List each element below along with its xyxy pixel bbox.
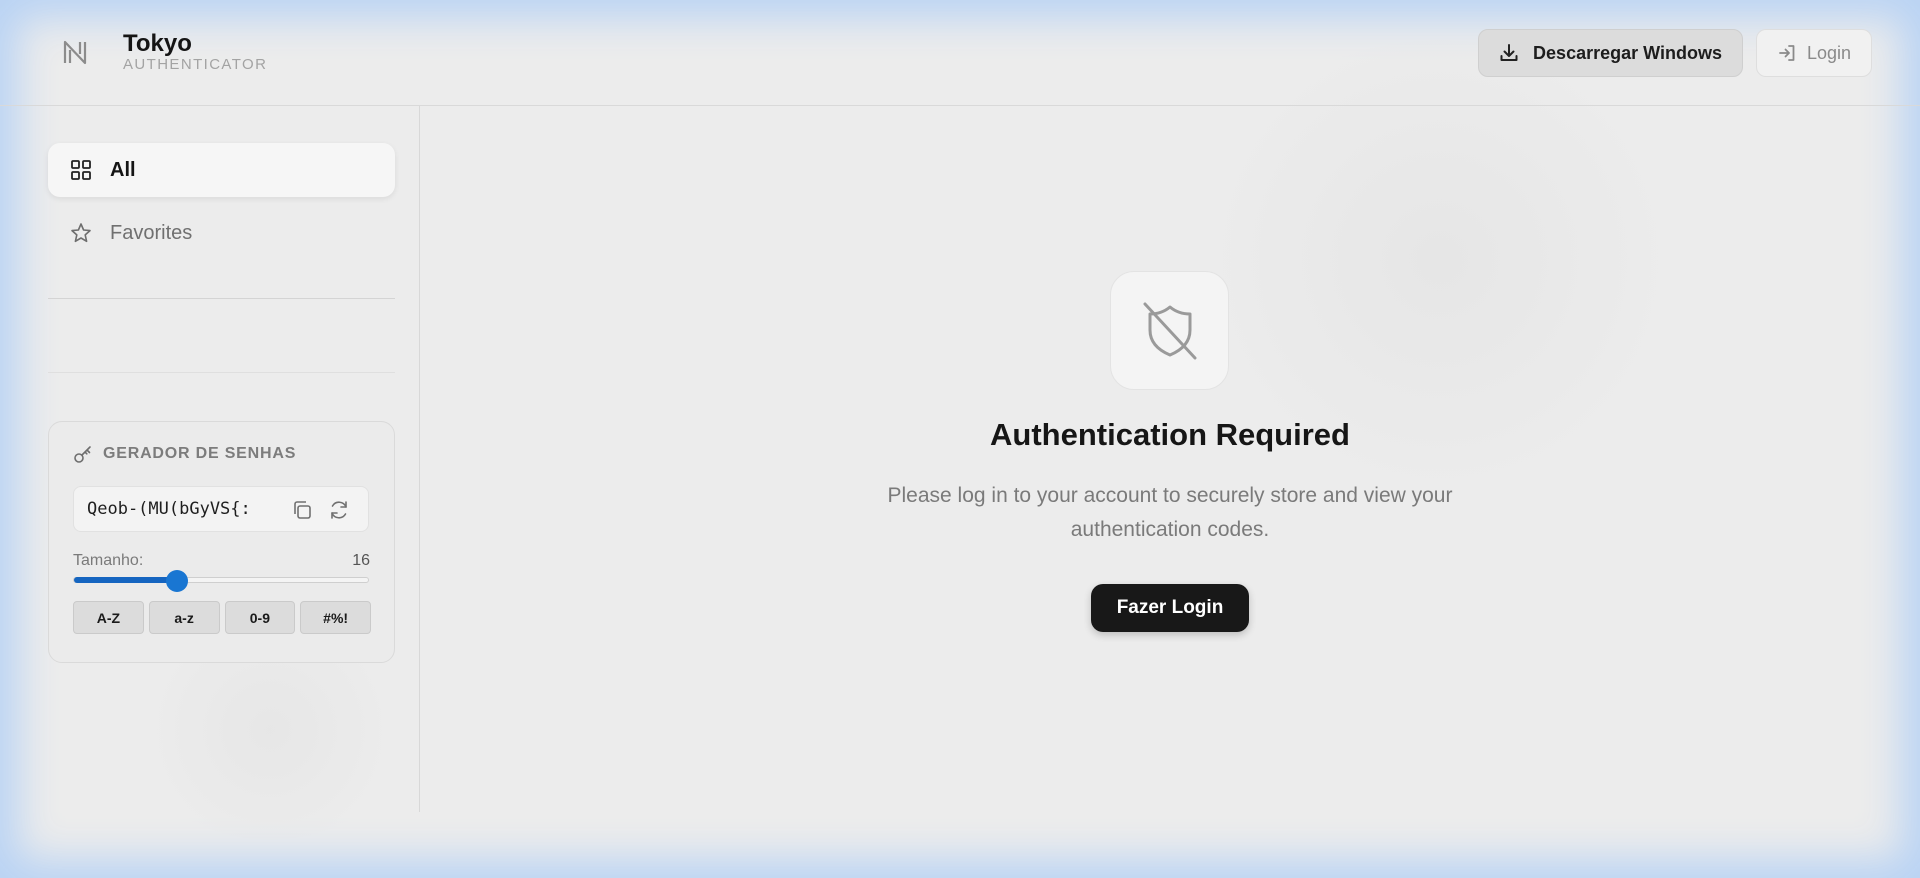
password-output[interactable]: Qeob-(MU(bGyVS{: bbox=[73, 486, 369, 532]
app-window: Tokyo AUTHENTICATOR Descarregar Windows … bbox=[0, 0, 1920, 878]
background-glow bbox=[1180, 40, 1700, 480]
charset-options: A-Z a-z 0-9 #%! bbox=[73, 601, 371, 634]
sidebar-item-label: All bbox=[110, 158, 136, 181]
download-windows-label: Descarregar Windows bbox=[1533, 42, 1722, 63]
length-slider-fill bbox=[74, 577, 177, 583]
sidebar-divider bbox=[419, 106, 420, 812]
password-text[interactable]: Qeob-(MU(bGyVS{: bbox=[87, 499, 251, 519]
app-subtitle: AUTHENTICATOR bbox=[123, 56, 268, 73]
length-value: 16 bbox=[352, 552, 370, 569]
length-slider-thumb[interactable] bbox=[165, 570, 188, 592]
shield-off-tile bbox=[1110, 271, 1229, 390]
divider bbox=[48, 298, 395, 299]
charset-symbols-toggle[interactable]: #%! bbox=[300, 601, 371, 634]
login-button[interactable]: Login bbox=[1756, 29, 1872, 77]
password-generator-header: GERADOR DE SENHAS bbox=[73, 444, 296, 464]
login-label: Login bbox=[1806, 42, 1852, 63]
length-label: Tamanho: bbox=[73, 552, 144, 569]
charset-digits-toggle[interactable]: 0-9 bbox=[224, 601, 296, 634]
download-icon bbox=[1500, 44, 1518, 61]
password-generator-title: GERADOR DE SENHAS bbox=[103, 445, 297, 462]
length-slider[interactable] bbox=[73, 570, 369, 592]
sidebar-item-label: Favorites bbox=[110, 221, 193, 244]
charset-uppercase-toggle[interactable]: A-Z bbox=[73, 601, 144, 634]
page-description: Please log in to your account to securel… bbox=[887, 484, 1453, 541]
copy-icon[interactable] bbox=[291, 499, 313, 521]
grid-icon bbox=[71, 160, 91, 180]
divider bbox=[48, 372, 395, 373]
sidebar-item-favorites[interactable]: Favorites bbox=[48, 206, 395, 260]
fazer-login-button[interactable]: Fazer Login bbox=[1091, 584, 1249, 632]
charset-lowercase-toggle[interactable]: a-z bbox=[148, 601, 220, 634]
download-windows-button[interactable]: Descarregar Windows bbox=[1478, 29, 1743, 77]
page-title: Authentication Required bbox=[990, 417, 1350, 452]
key-icon bbox=[74, 446, 91, 463]
refresh-icon[interactable] bbox=[328, 499, 350, 521]
n-logo-icon bbox=[63, 40, 87, 65]
header: Tokyo AUTHENTICATOR Descarregar Windows … bbox=[0, 0, 1920, 106]
sidebar-item-all[interactable]: All bbox=[48, 143, 395, 197]
app-title: Tokyo bbox=[123, 30, 192, 57]
login-icon bbox=[1779, 45, 1795, 61]
star-icon bbox=[71, 223, 91, 243]
password-generator-card: GERADOR DE SENHAS Qeob-(MU(bGyVS{: Taman… bbox=[48, 421, 395, 663]
shield-off-icon bbox=[1143, 302, 1196, 359]
